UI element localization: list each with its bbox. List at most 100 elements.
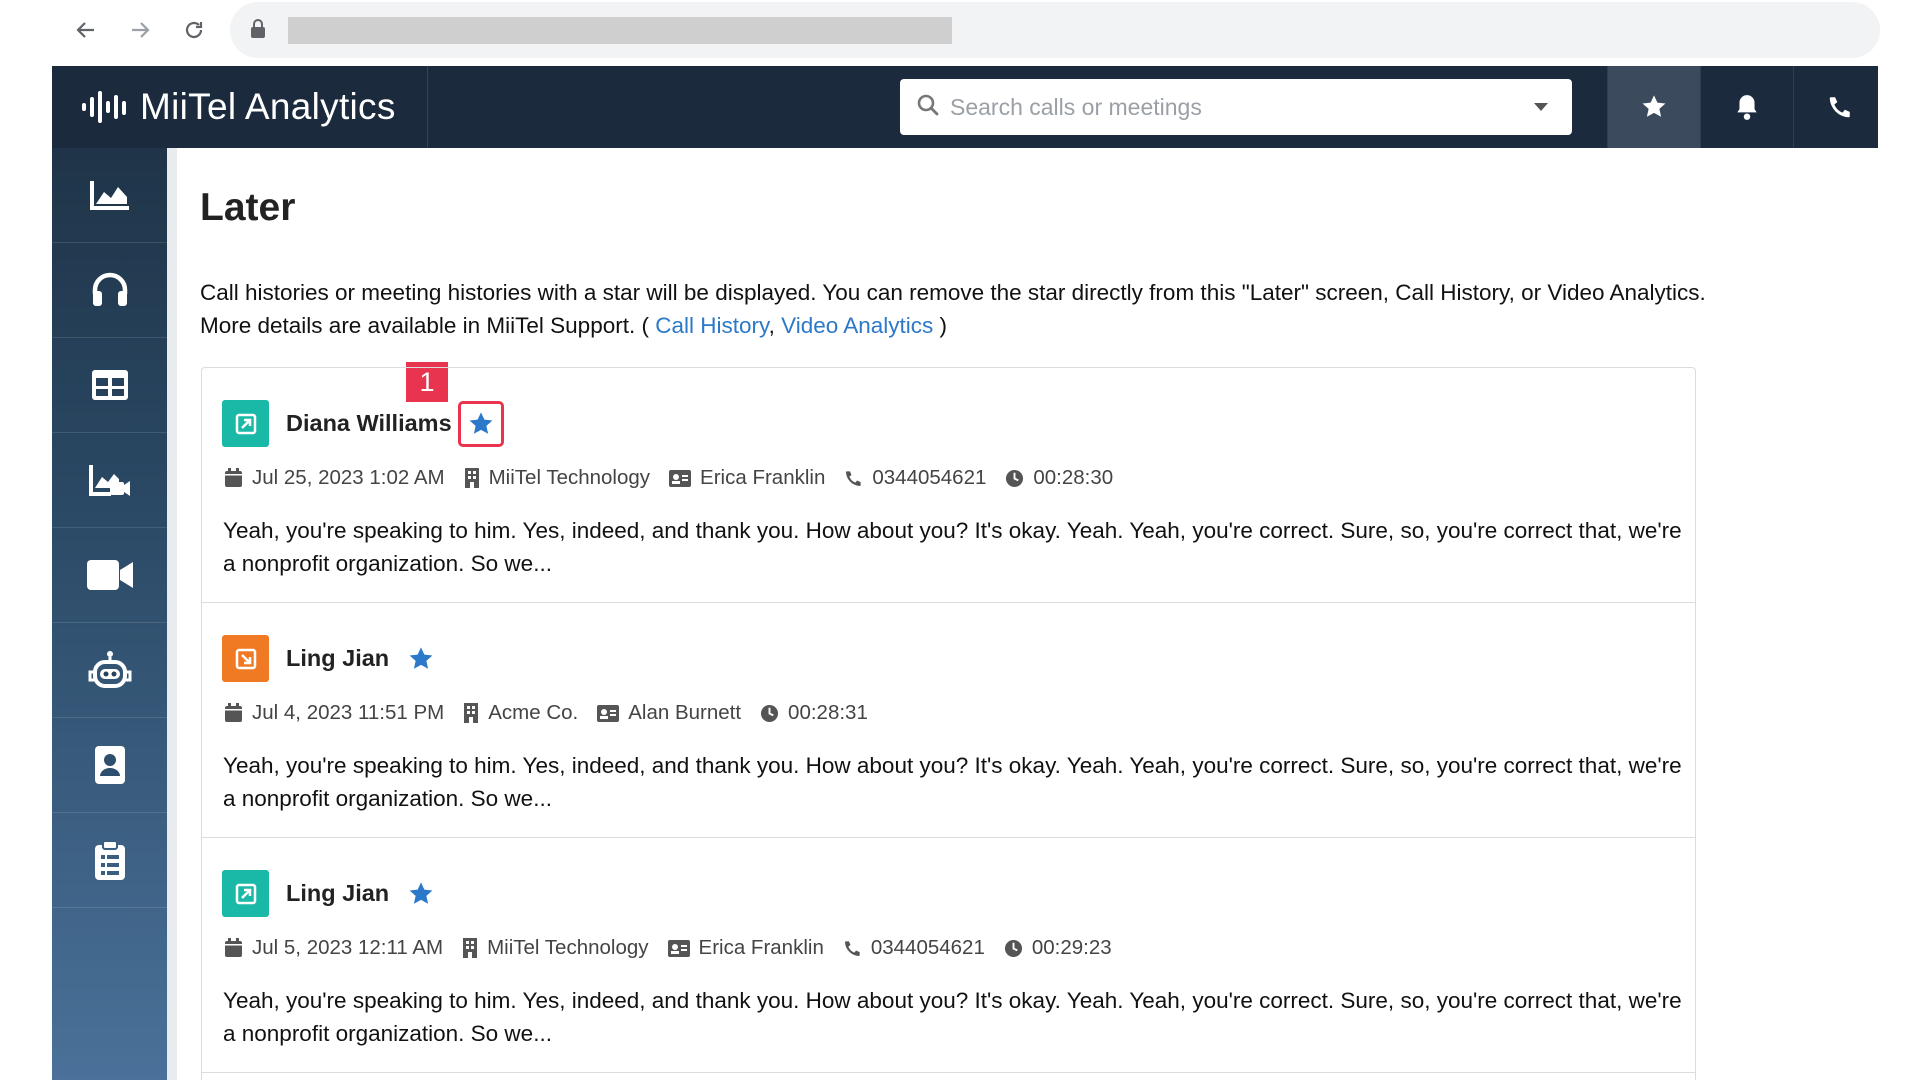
video-analytics-link[interactable]: Video Analytics [781,313,933,338]
sidebar-item-video-analytics[interactable] [52,433,167,528]
later-star-icon [1642,95,1666,117]
building-icon [463,938,478,958]
card-header: Ling Jian [222,870,439,917]
sidebar-item-calls[interactable] [52,243,167,338]
call-date-text: Jul 25, 2023 1:02 AM [252,466,445,489]
call-date: Jul 5, 2023 12:11 AM [224,936,443,960]
outgoing-call-icon [222,870,269,917]
search-icon [916,93,940,122]
transcript-snippet: Yeah, you're speaking to him. Yes, indee… [223,988,1682,1046]
phone-button[interactable] [1793,66,1886,148]
lock-icon [250,19,266,44]
app-header: MiiTel Analytics [52,66,1878,148]
sidebar-item-contacts[interactable] [52,718,167,813]
phone: 0344054621 [844,466,986,490]
company-text[interactable]: Acme Co. [488,701,578,725]
back-arrow-icon[interactable] [70,14,102,46]
card-header: Ling Jian [222,635,439,682]
transcript-snippet: Yeah, you're speaking to him. Yes, indee… [223,518,1682,576]
sidebar-item-tables[interactable] [52,338,167,433]
company-text[interactable]: MiiTel Technology [489,466,650,490]
page-description: Call histories or meeting histories with… [200,276,1900,342]
contact-name[interactable]: Ling Jian [286,645,389,672]
browser-bar [0,0,1920,66]
building-icon [464,468,479,488]
video-camera-icon [86,560,133,590]
notifications-button[interactable] [1700,66,1793,148]
star-icon [409,646,433,669]
page-title: Later [200,186,296,229]
phone: 0344054621 [843,936,985,960]
user-text: Erica Franklin [698,936,824,959]
duration-text: 00:28:30 [1033,466,1114,489]
search-input[interactable] [950,93,1490,121]
miitel-logo-icon [82,89,128,125]
phone-text: 0344054621 [870,936,985,959]
duration-text: 00:28:31 [788,701,868,724]
list-item[interactable]: Ling Jian Jul 5, 2023 12:11 AM MiiTel Te… [202,838,1695,1073]
description-suffix: ) [933,313,948,338]
call-date: Jul 25, 2023 1:02 AM [224,466,445,490]
page: MiiTel Analytics Search calls or meeting… [0,0,1920,1080]
call-date-text: Jul 4, 2023 11:51 PM [252,701,445,724]
calendar-icon [225,703,242,722]
card-header: Diana Williams [222,400,504,447]
transcript-snippet: Yeah, you're speaking to him. Yes, indee… [223,753,1682,811]
contact-book-icon [94,746,125,784]
building-icon [464,703,479,723]
phone-icon [1829,97,1850,118]
contact-name[interactable]: Diana Williams [286,410,452,437]
call-meta: Jul 4, 2023 11:51 PM Acme Co. Alan Burne… [224,701,887,725]
user-text: Erica Franklin [700,466,826,489]
star-toggle-button[interactable] [403,641,439,677]
description-line-2: More details are available in MiiTel Sup… [200,309,1900,342]
brand[interactable]: MiiTel Analytics [52,66,428,148]
phone-text: 0344054621 [872,466,987,489]
phone-icon [846,470,861,486]
sidebar-item-ai-assistant[interactable] [52,623,167,718]
user: Alan Burnett [597,701,741,725]
later-list: Diana Williams Jul 25, 2023 1:02 AM MiiT… [201,367,1696,1080]
company: MiiTel Technology [464,466,650,490]
clock-icon [760,704,779,722]
sidebar-item-meetings[interactable] [52,528,167,623]
star-toggle-button[interactable] [403,876,439,912]
clock-icon [1006,469,1024,487]
search-dropdown-caret-icon[interactable] [1534,103,1548,111]
list-item[interactable]: Ling Jian Jul 4, 2023 11:51 PM Acme Co. … [202,603,1695,838]
user: Erica Franklin [667,936,824,960]
forward-arrow-icon[interactable] [124,14,156,46]
incoming-call-icon [222,635,269,682]
call-meta: Jul 25, 2023 1:02 AM MiiTel Technology E… [224,466,1132,490]
later-star-button[interactable] [1607,66,1700,148]
sidebar-item-reports[interactable] [52,813,167,908]
reload-icon[interactable] [178,14,210,46]
company-text[interactable]: MiiTel Technology [487,936,648,960]
description-prefix: More details are available in MiiTel Sup… [200,313,656,338]
sidebar [52,148,167,1080]
star-toggle-button[interactable] [457,400,504,447]
url-text-redacted [288,17,952,44]
clipboard-icon [94,840,125,880]
duration: 00:28:31 [760,701,868,725]
call-meta: Jul 5, 2023 12:11 AM MiiTel Technology E… [224,936,1131,960]
contact-name[interactable]: Ling Jian [286,880,389,907]
sidebar-item-dashboard[interactable] [52,148,167,243]
description-line-1: Call histories or meeting histories with… [200,280,1706,305]
duration-text: 00:29:23 [1031,936,1112,959]
calendar-icon [225,468,242,487]
list-item[interactable]: Diana Williams Jul 25, 2023 1:02 AM MiiT… [202,368,1695,603]
area-chart-icon [89,181,129,210]
description-comma: , [768,313,782,338]
id-card-icon [669,469,692,487]
star-icon [409,881,433,904]
id-card-icon [667,939,690,957]
call-date: Jul 4, 2023 11:51 PM [224,701,444,725]
duration: 00:29:23 [1004,936,1112,960]
call-date-text: Jul 5, 2023 12:11 AM [252,936,444,959]
id-card-icon [597,704,620,722]
search-box[interactable] [900,79,1572,135]
user-text: Alan Burnett [628,701,742,724]
call-history-link[interactable]: Call History [655,313,768,338]
table-grid-icon [91,370,128,400]
